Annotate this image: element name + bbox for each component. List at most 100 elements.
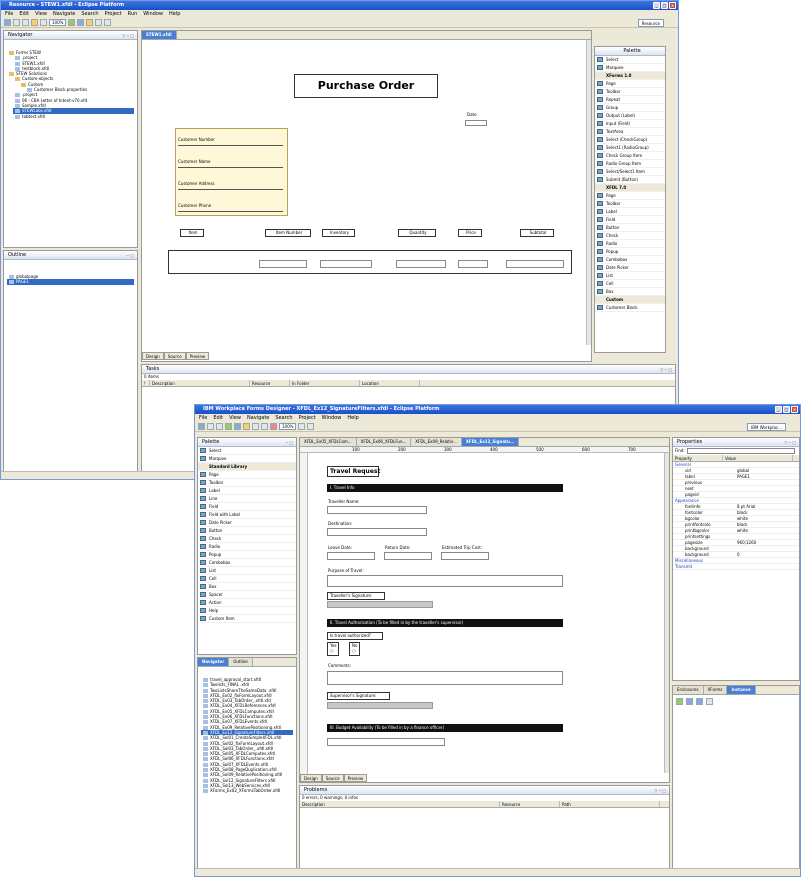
palette-marquee[interactable]: Marquee (198, 455, 296, 463)
palette-item[interactable]: Check Group Item (595, 152, 665, 160)
tasks-column-header[interactable]: In Folder (290, 380, 360, 386)
palette-item[interactable]: Cell (595, 280, 665, 288)
purpose-field[interactable] (327, 575, 563, 587)
tree-item[interactable]: tabtest.xfdl (13, 114, 134, 119)
cut-icon[interactable] (31, 19, 38, 26)
properties-column-header[interactable]: Value (723, 455, 793, 461)
menu-search[interactable]: Search (81, 10, 98, 18)
property-row[interactable]: Transmit (673, 564, 799, 570)
column-header[interactable]: Inventory (322, 229, 355, 237)
view-menu-icon[interactable]: ▽ ─ □ (784, 438, 796, 447)
palette-item[interactable]: TextArea (595, 128, 665, 136)
copy-icon[interactable] (40, 19, 47, 26)
menu-project[interactable]: Project (105, 10, 122, 18)
traveller-signature-button[interactable]: Traveller's Signature: (327, 592, 385, 600)
editor-tab[interactable]: XFDL_Ex05_XFDLCom... (300, 438, 357, 446)
customer-field-line[interactable] (178, 189, 283, 190)
palette-drawer-xfdl[interactable]: XFDL 7.0 (595, 184, 665, 192)
maximize-icon[interactable]: □ (661, 2, 668, 9)
palette-item[interactable]: Button (595, 224, 665, 232)
tasks-column-header[interactable]: Description (150, 380, 250, 386)
view-menu-icon[interactable]: ▽ ─ □ (660, 365, 672, 374)
palette-item[interactable]: Box (198, 583, 296, 591)
tab-navigator[interactable]: Navigator (198, 658, 230, 666)
section-budget-availability[interactable]: III. Budget Availability (To be filled i… (327, 724, 563, 732)
grid-icon[interactable] (686, 698, 693, 705)
menu-search[interactable]: Search (275, 414, 292, 422)
view-menu-icon[interactable]: ▽ ─ □ (122, 31, 134, 40)
column-header[interactable]: Quantity (398, 229, 436, 237)
palette-item[interactable]: Select1 (RadioGroup) (595, 144, 665, 152)
palette-item[interactable]: Label (595, 208, 665, 216)
tab-preview[interactable]: Preview (343, 774, 368, 782)
tab-source[interactable]: Source (321, 774, 344, 782)
minimize-icon[interactable]: _ (775, 406, 782, 413)
palette-item[interactable]: Toolbar (595, 88, 665, 96)
palette-item[interactable]: Box (595, 288, 665, 296)
destination-field[interactable] (327, 528, 427, 536)
palette-item[interactable]: List (198, 567, 296, 575)
palette-item[interactable]: Toolbar (595, 200, 665, 208)
form-heading[interactable]: Travel Request (327, 466, 380, 477)
palette-item[interactable]: Radio (198, 543, 296, 551)
menu-edit[interactable]: Edit (213, 414, 223, 422)
palette-item[interactable]: Line (198, 495, 296, 503)
tab-design[interactable]: Design (142, 352, 164, 360)
view-menu-icon[interactable]: ▽ ─ □ (654, 786, 666, 795)
supervisor-signature-button[interactable]: Supervisor's Signature: (327, 692, 390, 700)
column-header[interactable]: Subtotal (520, 229, 554, 237)
view-menu-icon[interactable]: ─ □ (127, 251, 134, 260)
palette-item[interactable]: Check (595, 232, 665, 240)
palette-item[interactable]: Input (Field) (595, 120, 665, 128)
customer-block[interactable]: Customer Number Customer Name Customer Add… (175, 128, 288, 216)
palette-item[interactable]: Radio Group Item (595, 160, 665, 168)
column-header[interactable]: Item (180, 229, 204, 237)
menu-window[interactable]: Window (143, 10, 163, 18)
palette-item[interactable]: Check (198, 535, 296, 543)
problems-column-header[interactable]: Resource (500, 801, 560, 807)
new-icon[interactable] (198, 423, 205, 430)
palette-item[interactable]: Select/Select1 Item (595, 168, 665, 176)
subtotal-field[interactable] (506, 260, 564, 268)
palette-marquee[interactable]: Marquee (595, 64, 665, 72)
form-canvas[interactable]: Travel Request I. Travel Info Traveller … (309, 454, 665, 762)
date-picker[interactable] (465, 120, 487, 126)
section-travel-authorization[interactable]: II. Travel Authorization (To be filled i… (327, 619, 563, 627)
save-icon[interactable] (13, 19, 20, 26)
return-date-field[interactable] (384, 552, 432, 560)
minimize-icon[interactable]: _ (653, 2, 660, 9)
palette-item[interactable]: List (595, 272, 665, 280)
palette-item[interactable]: Repeat (595, 96, 665, 104)
palette-item[interactable]: Output (Label) (595, 112, 665, 120)
save-icon[interactable] (207, 423, 214, 430)
menu-run[interactable]: Run (128, 10, 138, 18)
problems-column-header[interactable]: Description (300, 801, 500, 807)
zoom-select[interactable]: 100% (49, 19, 67, 26)
layout-icon[interactable] (298, 423, 306, 430)
tab-design[interactable]: Design (300, 774, 322, 782)
palette-item[interactable]: Field (198, 503, 296, 511)
stop-icon[interactable] (270, 423, 277, 430)
form-heading[interactable]: Purchase Order (294, 74, 438, 98)
traveller-signature-field[interactable] (327, 601, 433, 608)
column-header[interactable]: Price (458, 229, 482, 237)
palette-drawer-standard[interactable]: Standard Library (198, 463, 296, 471)
palette-item[interactable]: Date Picker (595, 264, 665, 272)
tab-outline[interactable]: Outline (229, 658, 253, 666)
tab-xforms[interactable]: XForms (703, 686, 728, 694)
menu-file[interactable]: File (199, 414, 207, 422)
menu-window[interactable]: Window (322, 414, 342, 422)
palette-item[interactable]: Radio (595, 240, 665, 248)
tab-preview[interactable]: Preview (185, 352, 210, 360)
customer-field-line[interactable] (178, 211, 283, 212)
print-icon[interactable] (22, 19, 29, 26)
price-field[interactable] (458, 260, 488, 268)
menu-help[interactable]: Help (169, 10, 180, 18)
trip-cost-field[interactable] (441, 552, 489, 560)
editor-tab[interactable]: XFDL_Ex12_Signatu... (461, 438, 520, 446)
tab-instance[interactable]: Instance (727, 686, 756, 694)
palette-item[interactable]: Cell (198, 575, 296, 583)
problems-column-header[interactable]: Path (560, 801, 660, 807)
editor-tab[interactable]: XFDL_Ex09_Relativ... (411, 438, 462, 446)
forward-icon[interactable] (261, 423, 268, 430)
